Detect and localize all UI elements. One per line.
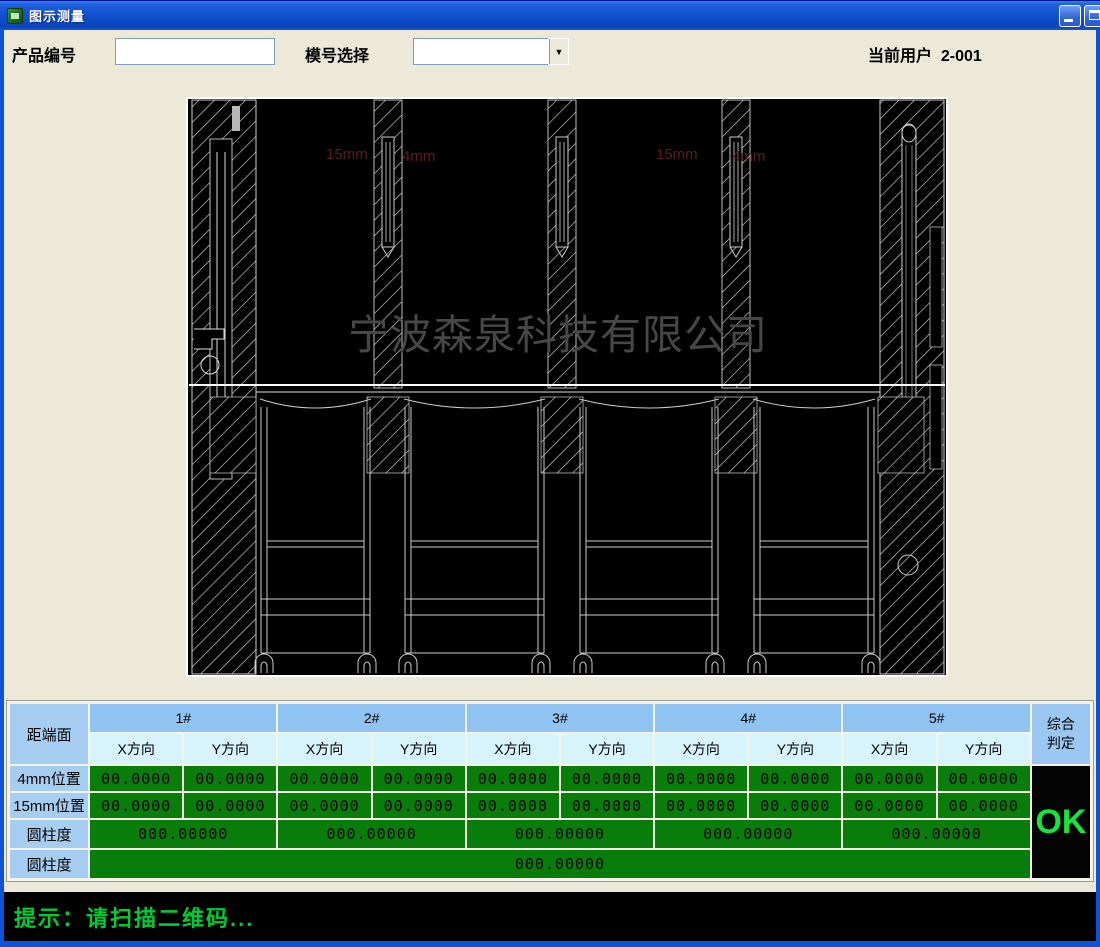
judge-header-line2: 判定: [1032, 734, 1090, 753]
value-cell: 000.00000: [467, 820, 653, 848]
value-cell: 000.00000: [90, 820, 276, 848]
maximize-icon: [1089, 10, 1100, 20]
product-number-label: 产品编号: [12, 42, 76, 66]
sub-header-x: X方向: [843, 734, 935, 764]
minimize-icon: [1064, 19, 1073, 22]
watermark-text: 宁波森泉科技有限公司: [348, 312, 768, 358]
sub-header-x: X方向: [90, 734, 182, 764]
value-cell: 00.0000: [184, 793, 276, 818]
group-header-5: 5#: [843, 704, 1029, 732]
group-header-1: 1#: [90, 704, 276, 732]
value-cell: 00.0000: [749, 793, 841, 818]
right-hatch-column: [880, 100, 944, 674]
value-cell: 00.0000: [749, 766, 841, 791]
chevron-down-icon[interactable]: ▼: [549, 39, 568, 64]
group-header-3: 3#: [467, 704, 653, 732]
sub-header-y: Y方向: [938, 734, 1030, 764]
value-cell: 00.0000: [184, 766, 276, 791]
measurement-table: 距端面 1# 2# 3# 4# 5# 综合 判定 X方向 Y方向 X方向 Y方向…: [6, 700, 1094, 882]
current-user-value: 2-001: [941, 48, 982, 65]
value-cell: 00.0000: [373, 793, 465, 818]
maximize-button[interactable]: [1084, 5, 1100, 27]
sub-header-y: Y方向: [561, 734, 653, 764]
svg-text:4mm: 4mm: [732, 148, 765, 165]
value-cell: 00.0000: [843, 766, 935, 791]
value-cell: 00.0000: [90, 766, 182, 791]
value-cell: 00.0000: [655, 766, 747, 791]
value-cell: 000.00000: [843, 820, 1029, 848]
left-hatch-column: [192, 100, 256, 674]
value-cell: 00.0000: [467, 793, 559, 818]
judge-header: 综合 判定: [1032, 704, 1090, 764]
sub-header-y: Y方向: [184, 734, 276, 764]
mold-select[interactable]: ▼: [413, 38, 569, 65]
sub-header-x: X方向: [278, 734, 370, 764]
mold-select-label: 模号选择: [305, 42, 369, 66]
svg-text:4mm: 4mm: [402, 148, 435, 165]
mold-select-value: [414, 39, 549, 64]
row-label-4mm: 4mm位置: [10, 766, 88, 791]
judge-result: OK: [1032, 766, 1090, 878]
app-window: 图示测量 产品编号 模号选择 ▼ 当前用户 2-001: [0, 0, 1100, 947]
product-number-input[interactable]: [115, 38, 275, 65]
value-cell: 00.0000: [843, 793, 935, 818]
minimize-button[interactable]: [1059, 5, 1081, 27]
value-cell: 00.0000: [655, 793, 747, 818]
app-icon: [7, 8, 23, 24]
sub-header-y: Y方向: [373, 734, 465, 764]
current-user: 当前用户 2-001: [868, 42, 982, 66]
window-border-bottom: [0, 941, 1100, 947]
value-cell: 00.0000: [278, 793, 370, 818]
toolbar: 产品编号 模号选择 ▼ 当前用户 2-001: [0, 30, 1100, 78]
row-label-15mm: 15mm位置: [10, 793, 88, 818]
judge-header-line1: 综合: [1032, 715, 1090, 734]
row-label-cylindricity-total: 圆柱度: [10, 850, 88, 878]
svg-text:15mm: 15mm: [656, 146, 698, 163]
svg-text:15mm: 15mm: [326, 146, 368, 163]
value-cell: 000.00000: [278, 820, 464, 848]
title-bar: 图示测量: [0, 0, 1100, 30]
value-cell: 00.0000: [278, 766, 370, 791]
cad-drawing: 15mm 4mm 15mm 4mm 宁波森泉科技有限公司: [186, 97, 948, 677]
status-bar: 提示：请扫描二维码...: [4, 892, 1096, 941]
value-cell: 000.00000: [655, 820, 841, 848]
sub-header-x: X方向: [655, 734, 747, 764]
value-cell: 00.0000: [90, 793, 182, 818]
value-cell: 00.0000: [561, 766, 653, 791]
value-cell: 00.0000: [561, 793, 653, 818]
value-cell-merged: 000.00000: [90, 850, 1030, 878]
value-cell: 00.0000: [373, 766, 465, 791]
sub-header-y: Y方向: [749, 734, 841, 764]
window-title: 图示测量: [29, 6, 85, 25]
corner-header: 距端面: [10, 704, 88, 764]
current-user-label: 当前用户: [868, 48, 932, 65]
window-border-right: [1096, 30, 1100, 947]
window-border-left: [0, 30, 4, 947]
value-cell: 00.0000: [938, 766, 1030, 791]
value-cell: 00.0000: [467, 766, 559, 791]
sub-header-x: X方向: [467, 734, 559, 764]
group-header-4: 4#: [655, 704, 841, 732]
status-text: 提示：请扫描二维码...: [4, 901, 254, 933]
row-label-cylindricity: 圆柱度: [10, 820, 88, 848]
group-header-2: 2#: [278, 704, 464, 732]
value-cell: 00.0000: [938, 793, 1030, 818]
